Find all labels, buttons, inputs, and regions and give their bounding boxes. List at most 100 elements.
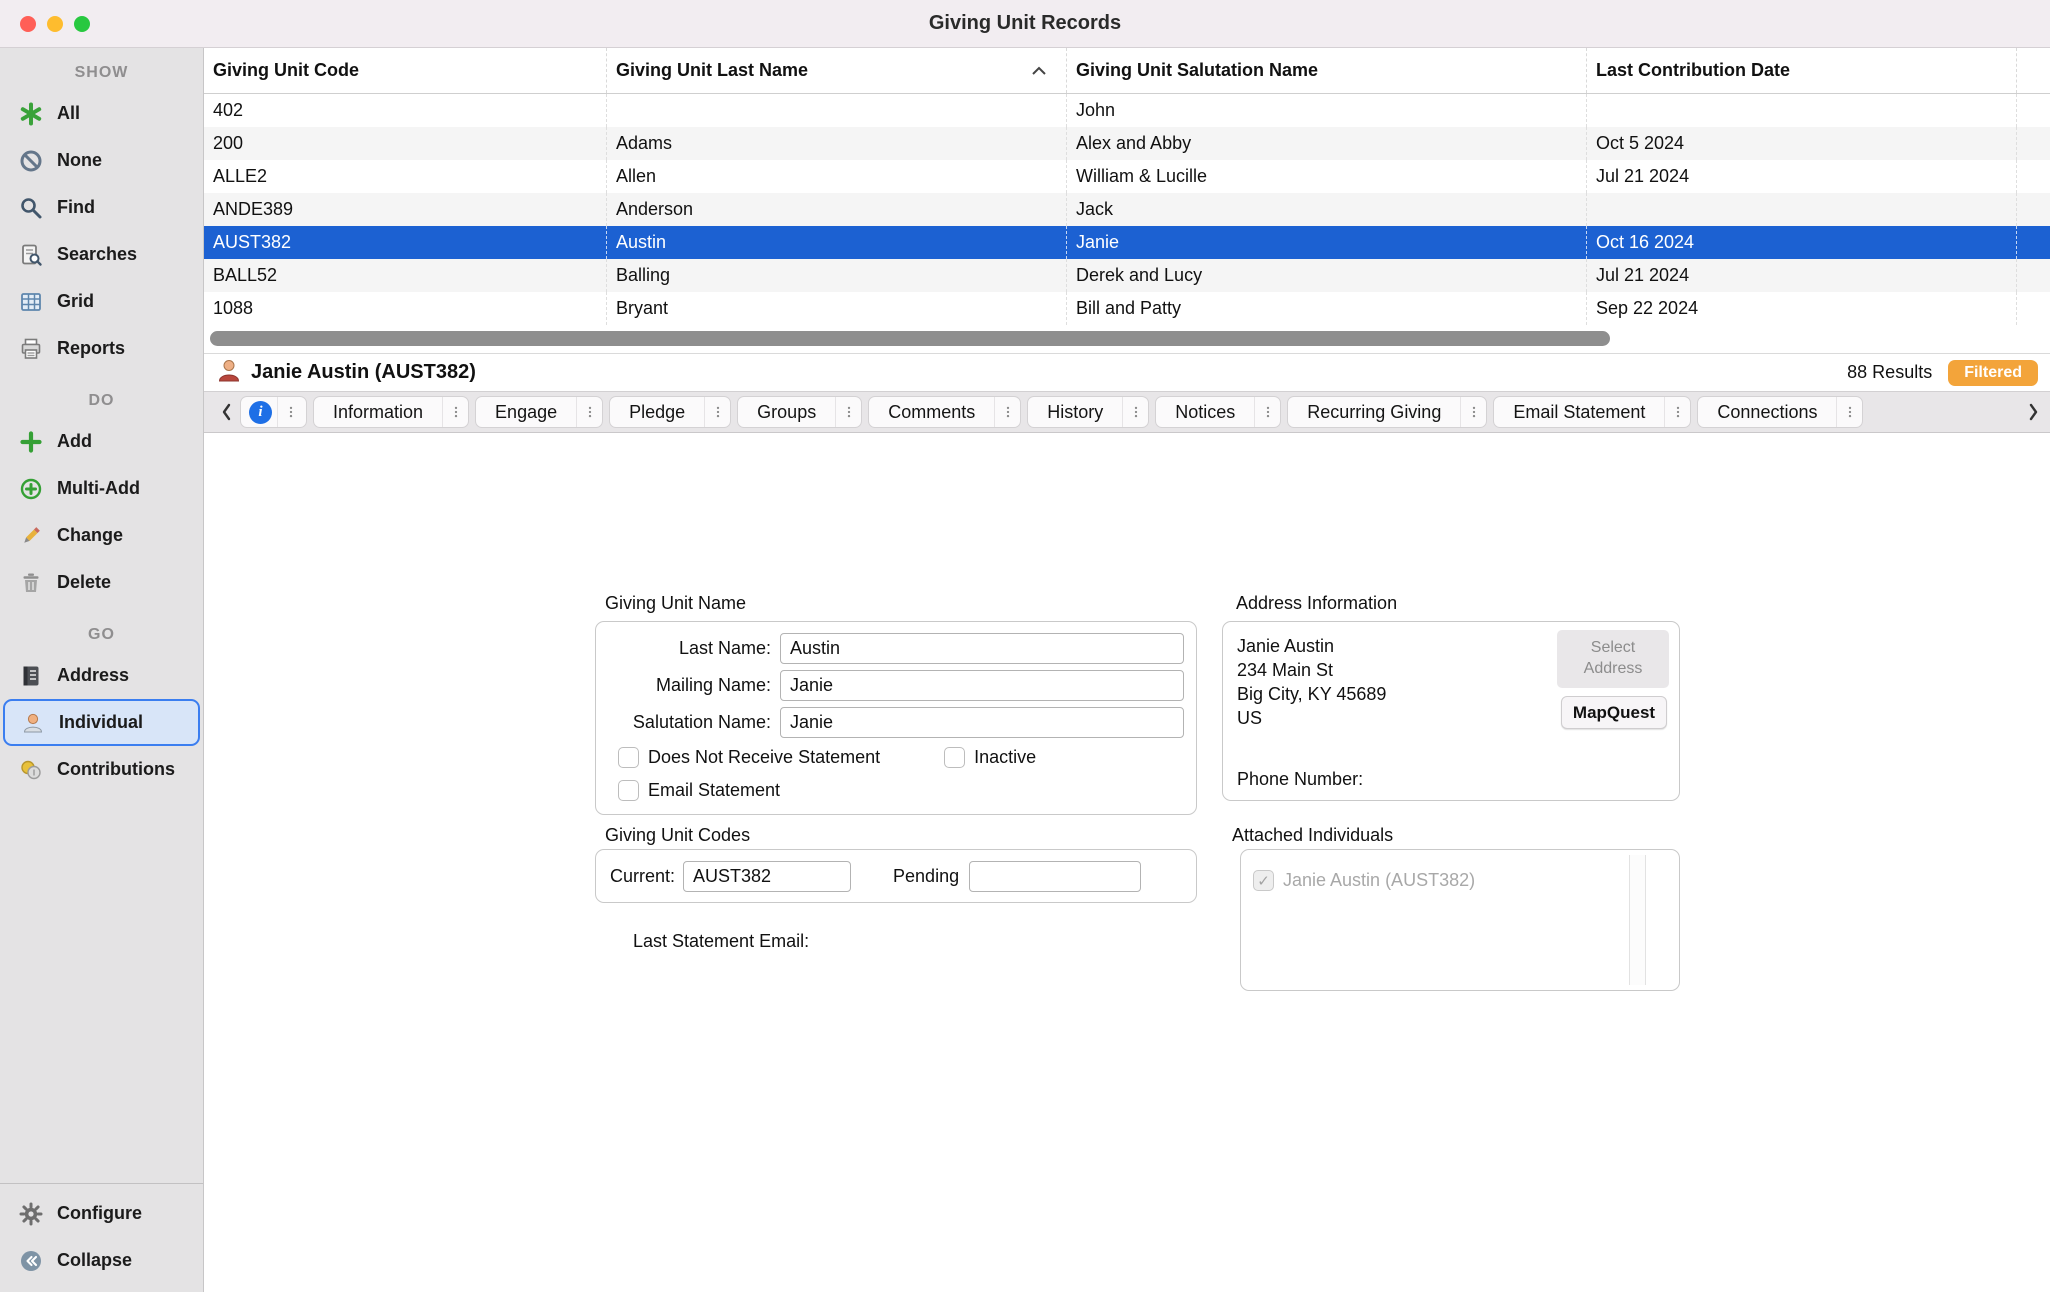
tab-groups[interactable]: Groups [737,396,862,428]
titlebar: Giving Unit Records [0,0,2050,48]
pending-code-input[interactable] [969,861,1141,892]
tab-history[interactable]: History [1027,396,1149,428]
giving-unit-codes-title: Giving Unit Codes [605,825,750,846]
does-not-receive-statement-checkbox[interactable] [618,747,639,768]
tab-engage[interactable]: Engage [475,396,603,428]
giving-unit-name-title: Giving Unit Name [605,593,746,614]
app-window: Giving Unit Records SHOW All None [0,0,2050,1292]
column-header-giving-unit-code[interactable]: Giving Unit Code [204,48,607,93]
attached-list-scrollbar[interactable] [1629,855,1646,985]
traffic-lights [20,0,90,47]
horizontal-scrollbar-thumb[interactable] [210,331,1610,346]
sidebar-item-label: Reports [57,338,125,359]
sidebar-item-collapse[interactable]: Collapse [0,1237,203,1284]
kebab-menu-icon[interactable] [704,397,730,427]
tab-email-statement[interactable]: Email Statement [1493,396,1691,428]
tab-bar: i Information Engage Pledge [204,391,2050,433]
grid-icon [17,289,45,315]
sidebar-item-individual[interactable]: Individual [3,699,200,746]
info-icon: i [249,401,272,424]
kebab-menu-icon[interactable] [835,397,861,427]
sidebar-item-label: Address [57,665,129,686]
table-row[interactable]: 1088 Bryant Bill and Patty Sep 22 2024 [204,292,2050,325]
tab-info[interactable]: i [240,396,307,428]
cell-code: ALLE2 [204,160,607,193]
tabs-scroll-right-button[interactable] [2018,396,2050,428]
sidebar-item-add[interactable]: Add [0,418,203,465]
table-row[interactable]: 402 John [204,94,2050,127]
kebab-menu-icon[interactable] [1836,397,1862,427]
attached-individual-item[interactable]: Janie Austin (AUST382) [1241,850,1679,891]
saved-searches-icon [17,242,45,268]
column-header-giving-unit-salutation-name[interactable]: Giving Unit Salutation Name [1067,48,1587,93]
email-statement-label: Email Statement [648,780,780,801]
cell-last-name [607,94,1067,127]
cell-salutation: Jack [1067,193,1587,226]
zoom-window-button[interactable] [74,16,90,32]
kebab-menu-icon[interactable] [1254,397,1280,427]
person-icon [19,710,47,736]
printer-icon [17,336,45,362]
kebab-menu-icon[interactable] [442,397,468,427]
giving-unit-name-group: Last Name: Mailing Name: Salutation Name… [595,621,1197,815]
mailing-name-input[interactable] [780,670,1184,701]
minimize-window-button[interactable] [47,16,63,32]
select-address-button[interactable]: Select Address [1557,630,1669,688]
cell-last-name: Allen [607,160,1067,193]
sidebar-item-reports[interactable]: Reports [0,325,203,372]
record-detail-panel: Giving Unit Name Last Name: Mailing Name… [204,433,2050,1292]
cell-last-name: Austin [607,226,1067,259]
sidebar-item-grid[interactable]: Grid [0,278,203,325]
kebab-menu-icon[interactable] [994,397,1020,427]
cell-last-contribution: Oct 5 2024 [1587,127,2017,160]
sidebar-item-none[interactable]: None [0,137,203,184]
tab-information[interactable]: Information [313,396,469,428]
kebab-menu-icon[interactable] [1664,397,1690,427]
salutation-name-input[interactable] [780,707,1184,738]
tab-comments[interactable]: Comments [868,396,1021,428]
table-row-selected[interactable]: AUST382 Austin Janie Oct 16 2024 [204,226,2050,259]
current-code-label: Current: [610,866,675,887]
tab-recurring-giving[interactable]: Recurring Giving [1287,396,1487,428]
record-header: Janie Austin (AUST382) 88 Results Filter… [204,353,2050,391]
current-code-input[interactable] [683,861,851,892]
sidebar-item-find[interactable]: Find [0,184,203,231]
last-name-input[interactable] [780,633,1184,664]
tab-notices[interactable]: Notices [1155,396,1281,428]
sidebar-item-delete[interactable]: Delete [0,559,203,606]
sidebar-item-label: All [57,103,80,124]
tab-pledge[interactable]: Pledge [609,396,731,428]
chevrons-left-icon [17,1248,45,1274]
sidebar-item-configure[interactable]: Configure [0,1190,203,1237]
sidebar-item-address[interactable]: Address [0,652,203,699]
sidebar-item-multi-add[interactable]: Multi-Add [0,465,203,512]
main-area: Giving Unit Code Giving Unit Last Name G… [204,48,2050,1292]
sidebar-item-contributions[interactable]: Contributions [0,746,203,793]
email-statement-checkbox[interactable] [618,780,639,801]
filtered-badge[interactable]: Filtered [1948,360,2038,386]
kebab-menu-icon[interactable] [277,397,303,427]
column-header-giving-unit-last-name[interactable]: Giving Unit Last Name [607,48,1067,93]
cell-code: 402 [204,94,607,127]
tabs-scroll-left-button[interactable] [212,396,240,428]
sidebar: SHOW All None Find [0,48,204,1292]
mapquest-button[interactable]: MapQuest [1561,696,1667,729]
sidebar-item-change[interactable]: Change [0,512,203,559]
does-not-receive-statement-label: Does Not Receive Statement [648,747,880,768]
inactive-checkbox[interactable] [944,747,965,768]
sidebar-item-all[interactable]: All [0,90,203,137]
sidebar-item-label: Multi-Add [57,478,140,499]
kebab-menu-icon[interactable] [1122,397,1148,427]
table-row[interactable]: ANDE389 Anderson Jack [204,193,2050,226]
kebab-menu-icon[interactable] [1460,397,1486,427]
table-row[interactable]: BALL52 Balling Derek and Lucy Jul 21 202… [204,259,2050,292]
kebab-menu-icon[interactable] [576,397,602,427]
close-window-button[interactable] [20,16,36,32]
table-row[interactable]: 200 Adams Alex and Abby Oct 5 2024 [204,127,2050,160]
attached-individual-label: Janie Austin (AUST382) [1283,870,1475,891]
tab-connections[interactable]: Connections [1697,396,1863,428]
address-book-icon [17,663,45,689]
table-row[interactable]: ALLE2 Allen William & Lucille Jul 21 202… [204,160,2050,193]
column-header-last-contribution-date[interactable]: Last Contribution Date [1587,48,2017,93]
sidebar-item-searches[interactable]: Searches [0,231,203,278]
